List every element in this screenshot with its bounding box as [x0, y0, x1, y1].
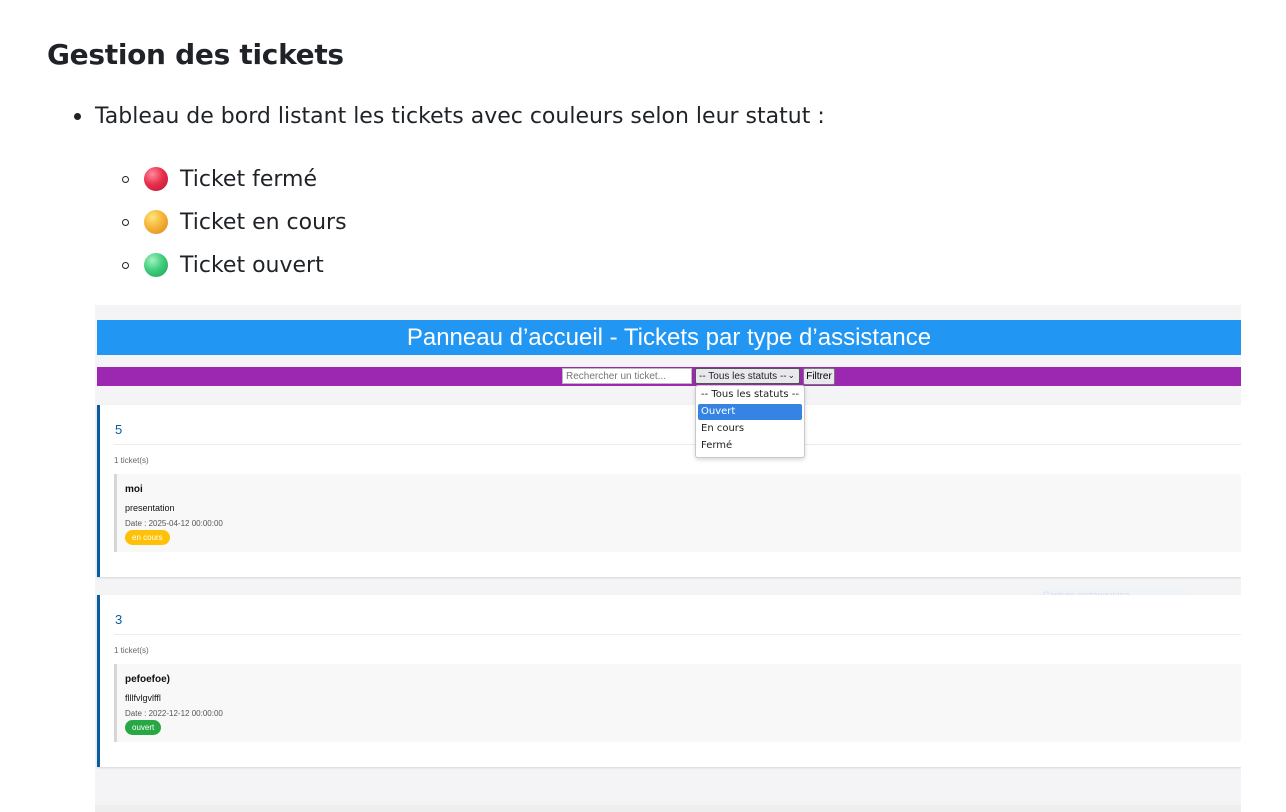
legend-label: Ticket fermé	[180, 166, 317, 192]
chevron-down-icon: ⌄	[787, 370, 795, 380]
ticket-group-card: 3 1 ticket(s) pefoefoe) flllfvlgvlffl Da…	[97, 595, 1241, 767]
sub-bullet-ring	[122, 261, 129, 269]
ticket-description: flllfvlgvlffl	[125, 693, 161, 703]
ticket-date: Date : 2025-04-12 00:00:00	[125, 519, 223, 528]
page-title: Gestion des tickets	[47, 38, 344, 71]
legend-item-open: Ticket ouvert	[122, 251, 324, 279]
ticket-description: presentation	[125, 503, 175, 513]
ticket-group-card: 5 1 ticket(s) moi presentation Date : 20…	[97, 405, 1241, 577]
status-badge: en cours	[125, 530, 170, 545]
ticket-title: pefoefoe)	[125, 674, 170, 685]
dashboard-screenshot: Panneau d’accueil - Tickets par type d’a…	[95, 305, 1241, 812]
group-title: 3	[115, 612, 123, 627]
ticket-count: 1 ticket(s)	[114, 456, 149, 465]
description-bullet: Tableau de bord listant les tickets avec…	[74, 104, 825, 129]
ticket-count: 1 ticket(s)	[114, 646, 149, 655]
divider	[114, 634, 1241, 635]
ticket-item[interactable]: pefoefoe) flllfvlgvlffl Date : 2022-12-1…	[114, 664, 1241, 742]
option-all-statuses[interactable]: -- Tous les statuts --	[698, 387, 802, 403]
status-dropdown: -- Tous les statuts -- Ouvert En cours F…	[695, 385, 805, 458]
legend-label: Ticket en cours	[180, 209, 347, 235]
ticket-item[interactable]: moi presentation Date : 2025-04-12 00:00…	[114, 474, 1241, 552]
option-closed[interactable]: Fermé	[698, 438, 802, 454]
status-select[interactable]: -- Tous les statuts -- ⌄	[695, 368, 800, 384]
ticket-date: Date : 2022-12-12 00:00:00	[125, 709, 223, 718]
sub-bullet-ring	[122, 218, 129, 226]
dashboard-header: Panneau d’accueil - Tickets par type d’a…	[97, 320, 1241, 355]
filter-button[interactable]: Filtrer	[803, 368, 835, 385]
legend-label: Ticket ouvert	[180, 252, 324, 278]
sub-bullet-ring	[122, 175, 129, 183]
status-badge: ouvert	[125, 720, 162, 735]
status-select-value: -- Tous les statuts --	[699, 370, 787, 382]
ticket-title: moi	[125, 484, 143, 495]
next-card-edge	[95, 805, 1241, 812]
legend-item-in-progress: Ticket en cours	[122, 208, 347, 236]
bullet-dot	[74, 113, 81, 120]
option-open[interactable]: Ouvert	[698, 404, 802, 420]
group-title: 5	[115, 422, 123, 437]
legend-item-closed: Ticket fermé	[122, 165, 317, 193]
description-text: Tableau de bord listant les tickets avec…	[95, 104, 825, 129]
divider	[114, 444, 1241, 445]
search-input[interactable]	[562, 368, 692, 384]
red-circle-icon	[144, 167, 168, 191]
orange-circle-icon	[144, 210, 168, 234]
option-in-progress[interactable]: En cours	[698, 421, 802, 437]
green-circle-icon	[144, 253, 168, 277]
